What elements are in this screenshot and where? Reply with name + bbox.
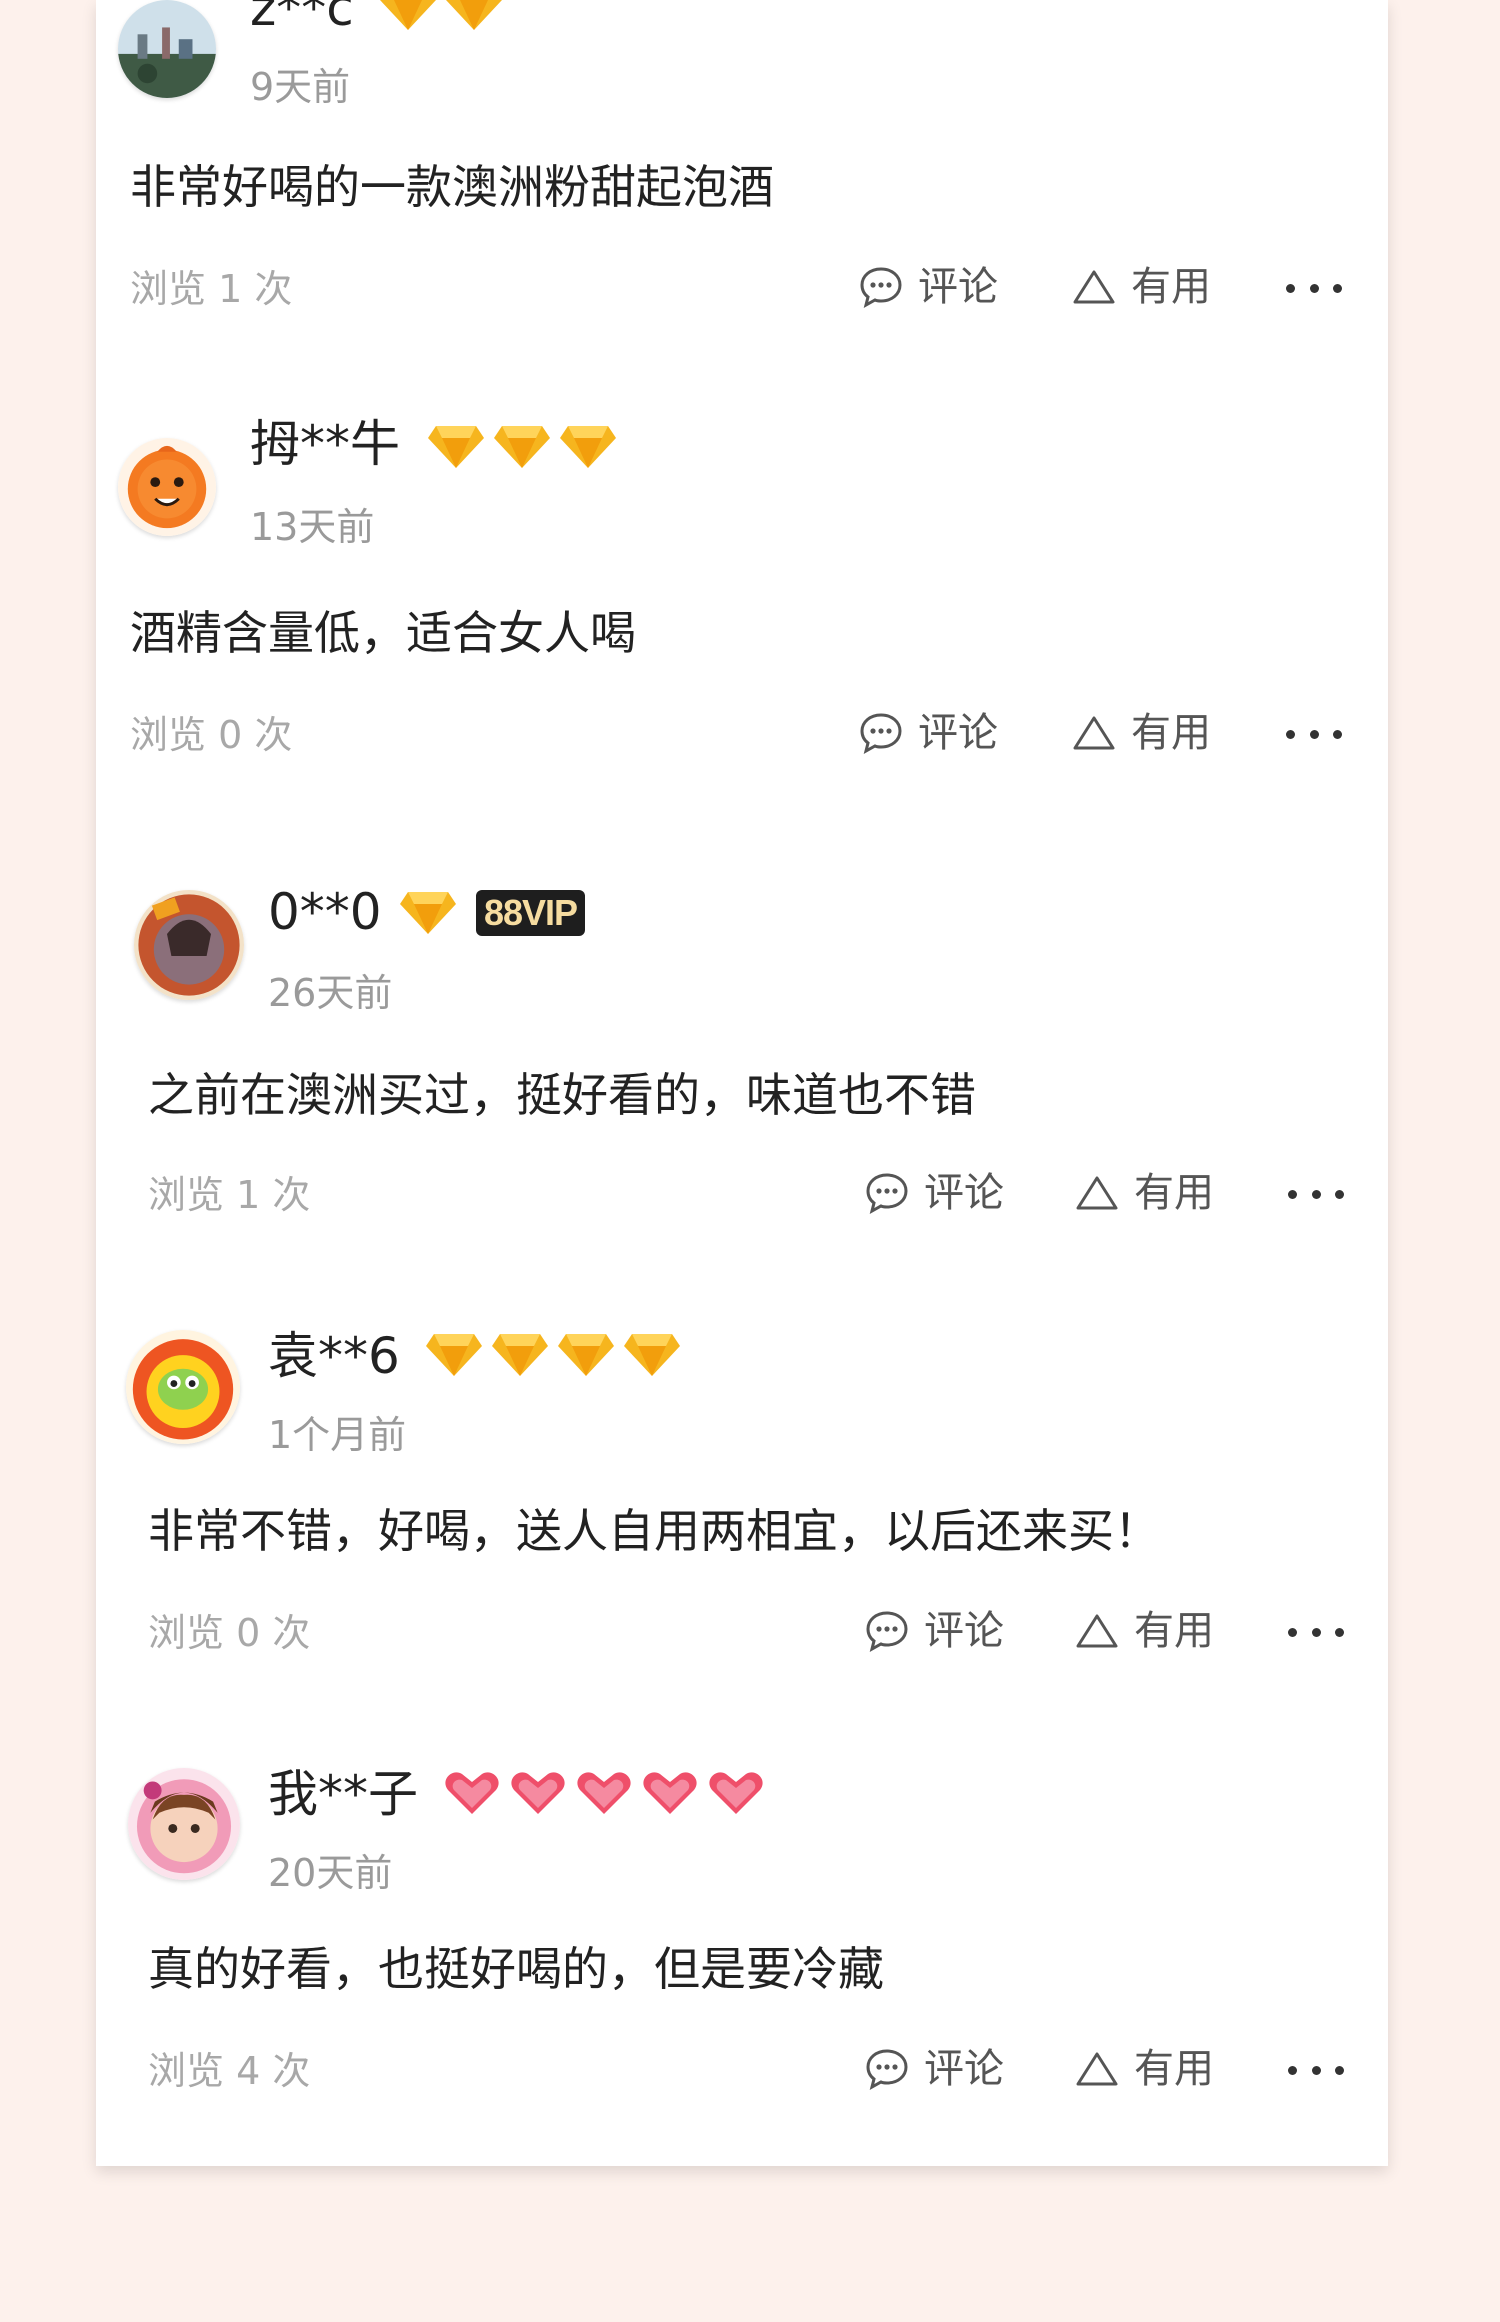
- review-list-card: z**c 9天前 非常好喝的一款澳洲粉甜起泡酒 浏览 1 次 评论 有用 拇**…: [96, 0, 1388, 2166]
- useful-label: 有用: [1131, 264, 1211, 310]
- review-date: 13天前: [250, 505, 375, 549]
- useful-button[interactable]: 有用: [1074, 1608, 1214, 1654]
- comment-button[interactable]: 评论: [864, 1608, 1004, 1654]
- user-badges: [378, 0, 504, 36]
- triangle-thumb-icon: [1076, 1176, 1118, 1210]
- view-count: 浏览 0 次: [148, 1611, 311, 1655]
- more-options-icon[interactable]: [1288, 1184, 1344, 1204]
- view-count: 浏览 4 次: [148, 2049, 311, 2093]
- diamond-badge-icon: [428, 426, 484, 468]
- comment-label: 评论: [924, 2046, 1004, 2092]
- diamond-badge-icon: [558, 1334, 614, 1376]
- review-item: 我**子 20天前 真的好看，也挺好喝的，但是要冷藏 浏览 4 次 评论 有用: [96, 1764, 1388, 2204]
- heart-badge-icon: [577, 1772, 631, 1814]
- review-item: z**c 9天前 非常好喝的一款澳洲粉甜起泡酒 浏览 1 次 评论 有用: [96, 0, 1388, 440]
- heart-badge-icon: [709, 1772, 763, 1814]
- view-count: 浏览 0 次: [130, 713, 293, 757]
- review-date: 20天前: [268, 1851, 393, 1895]
- user-badges: 88VIP: [398, 886, 586, 940]
- review-date: 1个月前: [268, 1413, 407, 1457]
- user-badges: [424, 1328, 682, 1382]
- comment-button[interactable]: 评论: [864, 1170, 1004, 1216]
- diamond-badge-icon: [380, 0, 436, 30]
- diamond-badge-icon: [400, 892, 456, 934]
- comment-label: 评论: [918, 264, 998, 310]
- chat-bubble-icon: [866, 1611, 908, 1652]
- user-avatar[interactable]: [128, 1768, 240, 1880]
- more-options-icon[interactable]: [1286, 724, 1342, 744]
- diamond-badge-icon: [426, 1334, 482, 1376]
- review-content: 之前在澳洲买过，挺好看的，味道也不错: [148, 1068, 976, 1122]
- heart-badge-icon: [643, 1772, 697, 1814]
- user-avatar[interactable]: [134, 890, 244, 1000]
- diamond-badge-icon: [560, 426, 616, 468]
- comment-label: 评论: [924, 1608, 1004, 1654]
- heart-badge-icon: [511, 1772, 565, 1814]
- comment-button[interactable]: 评论: [864, 2046, 1004, 2092]
- user-avatar[interactable]: [126, 1330, 240, 1444]
- heart-badge-icon: [445, 1772, 499, 1814]
- diamond-badge-icon: [492, 1334, 548, 1376]
- useful-label: 有用: [1134, 2046, 1214, 2092]
- review-content: 酒精含量低，适合女人喝: [130, 606, 636, 660]
- user-name[interactable]: 我**子: [268, 1764, 418, 1824]
- user-name[interactable]: 0**0: [268, 882, 382, 942]
- review-item: 拇**牛 13天前 酒精含量低，适合女人喝 浏览 0 次 评论 有用: [96, 415, 1388, 878]
- user-name[interactable]: 拇**牛: [250, 414, 400, 474]
- chat-bubble-icon: [860, 713, 902, 754]
- user-name[interactable]: 袁**6: [268, 1326, 400, 1386]
- useful-label: 有用: [1134, 1608, 1214, 1654]
- review-content: 非常不错，好喝，送人自用两相宜，以后还来买！: [148, 1504, 1160, 1558]
- useful-label: 有用: [1134, 1170, 1214, 1216]
- more-options-icon[interactable]: [1286, 278, 1342, 298]
- chat-bubble-icon: [866, 1173, 908, 1214]
- review-content: 真的好看，也挺好喝的，但是要冷藏: [148, 1942, 884, 1996]
- useful-button[interactable]: 有用: [1071, 710, 1211, 756]
- useful-button[interactable]: 有用: [1074, 1170, 1214, 1216]
- user-name[interactable]: z**c: [250, 0, 354, 38]
- comment-label: 评论: [924, 1170, 1004, 1216]
- comment-label: 评论: [918, 710, 998, 756]
- user-avatar[interactable]: [118, 0, 216, 98]
- chat-bubble-icon: [866, 2049, 908, 2090]
- more-options-icon[interactable]: [1288, 2060, 1344, 2080]
- chat-bubble-icon: [860, 267, 902, 308]
- triangle-thumb-icon: [1076, 1614, 1118, 1648]
- useful-button[interactable]: 有用: [1074, 2046, 1214, 2092]
- review-date: 9天前: [250, 65, 351, 109]
- view-count: 浏览 1 次: [148, 1173, 311, 1217]
- user-badges: [426, 420, 618, 474]
- triangle-thumb-icon: [1073, 270, 1115, 304]
- vip-badge: 88VIP: [476, 890, 586, 936]
- useful-label: 有用: [1131, 710, 1211, 756]
- review-content: 非常好喝的一款澳洲粉甜起泡酒: [130, 160, 774, 214]
- diamond-badge-icon: [624, 1334, 680, 1376]
- review-item: 袁**6 1个月前 非常不错，好喝，送人自用两相宜，以后还来买！ 浏览 0 次 …: [96, 1326, 1388, 1766]
- comment-button[interactable]: 评论: [858, 710, 998, 756]
- triangle-thumb-icon: [1073, 716, 1115, 750]
- diamond-badge-icon: [446, 0, 502, 30]
- useful-button[interactable]: 有用: [1071, 264, 1211, 310]
- user-badges: [442, 1766, 766, 1820]
- review-date: 26天前: [268, 971, 393, 1015]
- view-count: 浏览 1 次: [130, 267, 293, 311]
- user-avatar[interactable]: [118, 438, 216, 536]
- review-item: 0**0 88VIP 26天前 之前在澳洲买过，挺好看的，味道也不错 浏览 1 …: [96, 883, 1388, 1330]
- comment-button[interactable]: 评论: [858, 264, 998, 310]
- more-options-icon[interactable]: [1288, 1622, 1344, 1642]
- diamond-badge-icon: [494, 426, 550, 468]
- triangle-thumb-icon: [1076, 2052, 1118, 2086]
